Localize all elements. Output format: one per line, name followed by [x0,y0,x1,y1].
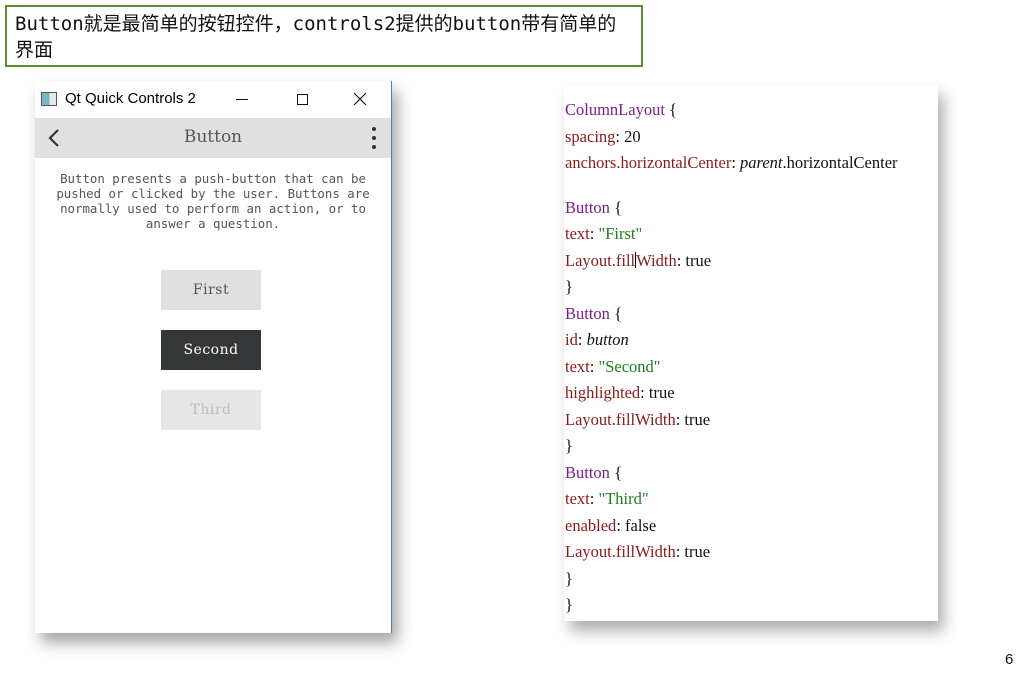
code-line: id: button [565,330,629,349]
maximize-button[interactable] [279,85,325,113]
qt-app-icon [41,92,57,106]
second-button[interactable]: Second [161,330,261,370]
code-line: enabled: false [565,516,657,535]
code-line: text: "Second" [565,357,661,376]
code-line: highlighted: true [565,383,675,402]
page-number: 6 [1005,651,1014,668]
code-line: Layout.fillWidth: true [565,251,712,270]
code-line: Button { [565,198,622,217]
first-button[interactable]: First [161,270,261,310]
code-line: } [565,436,573,455]
toolbar-title: Button [183,127,243,147]
code-line: } [565,277,573,296]
window-title: Qt Quick Controls 2 [65,90,196,107]
page-description: Button presents a push-button that can b… [56,171,370,231]
code-line: Layout.fillWidth: true [565,542,711,561]
close-button[interactable] [337,85,383,113]
more-vert-icon[interactable] [371,127,377,149]
code-line: spacing: 20 [565,127,641,146]
code-panel: ColumnLayout { spacing: 20 anchors.horiz… [564,85,938,621]
code-line: } [565,595,573,614]
minimize-icon [236,98,248,100]
code-line: Layout.fillWidth: true [565,410,711,429]
code-line: text: "Third" [565,489,649,508]
code-line: Button { [565,304,622,323]
code-line: ColumnLayout { [565,100,677,119]
close-icon [353,92,367,106]
code-line: anchors.horizontalCenter: parent.horizon… [565,153,898,172]
window-title-bar[interactable]: Qt Quick Controls 2 [35,81,391,118]
slide-heading: Button就是最简单的按钮控件，controls2提供的button带有简单的… [5,5,643,67]
third-button: Third [161,390,261,430]
maximize-icon [296,93,308,105]
toolbar: Button [35,118,391,158]
code-line: } [565,569,573,588]
code-line: text: "First" [565,224,643,243]
minimize-button[interactable] [219,85,265,113]
qt-app-window: Qt Quick Controls 2 Button Button presen… [35,81,392,633]
code-line: Button { [565,463,622,482]
